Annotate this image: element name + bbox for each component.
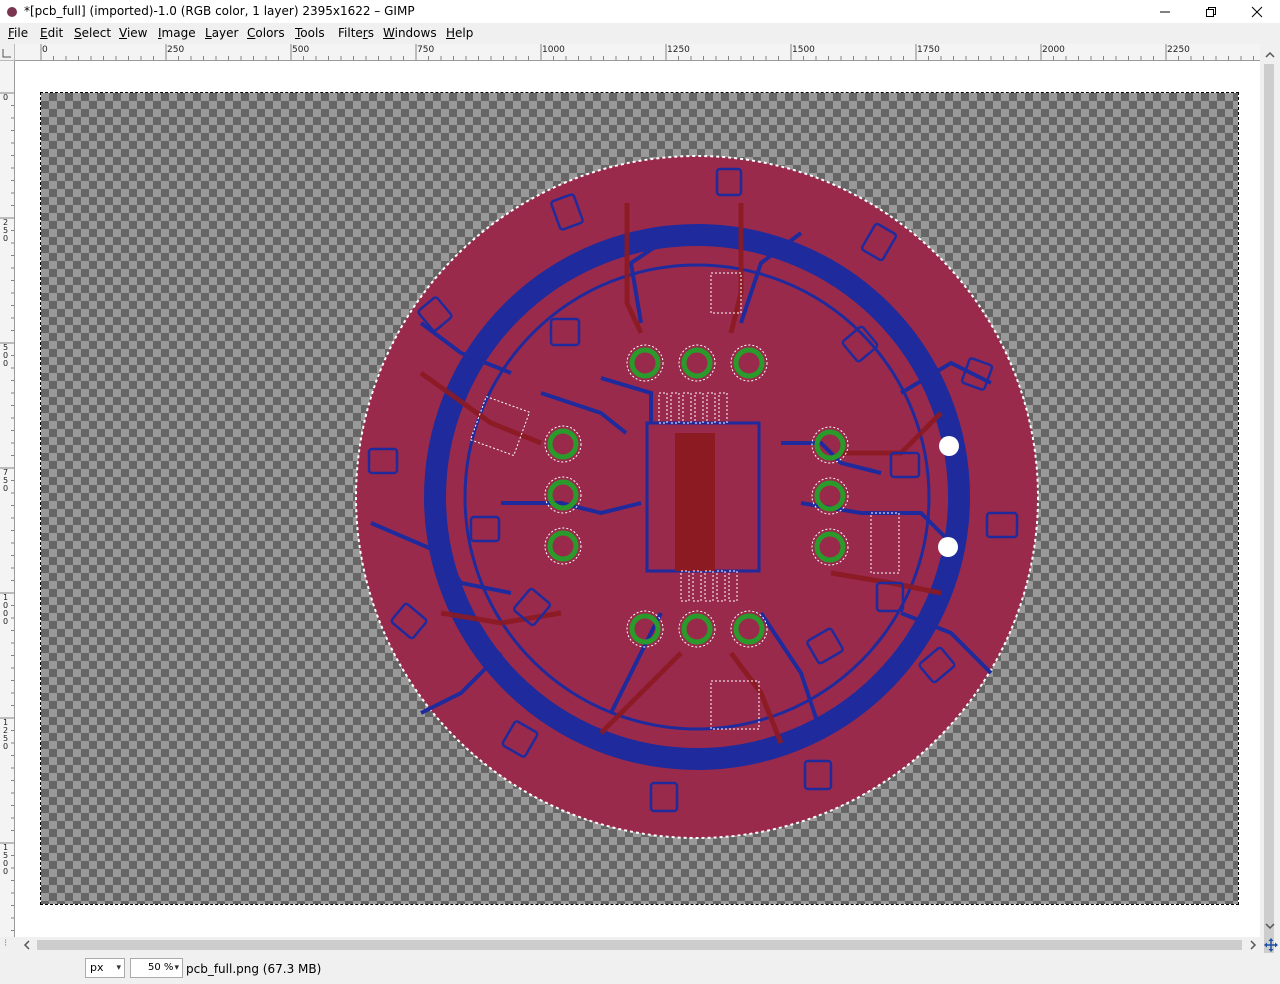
hruler-label: 750 (417, 45, 435, 55)
unit-dropdown[interactable]: px ▾ (85, 958, 125, 978)
vruler-label: 1000 (3, 593, 9, 626)
restore-icon (1206, 6, 1216, 17)
menu-select[interactable]: Select (74, 26, 111, 40)
menu-tools[interactable]: Tools (295, 26, 325, 40)
hruler-label: 250 (167, 45, 185, 55)
horizontal-scrollbar[interactable] (15, 937, 1260, 953)
app-icon (7, 7, 17, 17)
window-title: *[pcb_full] (imported)-1.0 (RGB color, 1… (24, 4, 415, 18)
horizontal-ruler-ticks (40, 44, 1254, 60)
image-canvas[interactable] (15, 61, 1260, 937)
close-button[interactable] (1234, 0, 1280, 23)
menu-edit[interactable]: Edit (40, 26, 63, 40)
navigate-button[interactable] (1262, 937, 1280, 953)
image-layer-transparency[interactable] (40, 92, 1239, 905)
navigate-icon (1264, 938, 1278, 952)
menu-view[interactable]: View (119, 26, 147, 40)
vertical-scrollbar[interactable] (1260, 44, 1280, 959)
hruler-label: 1250 (667, 45, 690, 55)
hruler-label: 2250 (1167, 45, 1190, 55)
scroll-left-icon[interactable] (18, 937, 36, 953)
minimize-icon (1160, 11, 1170, 12)
minimize-button[interactable] (1142, 0, 1188, 23)
hruler-label: 1000 (542, 45, 565, 55)
vertical-ruler-ticks (0, 92, 14, 931)
pcb-board-image (355, 155, 1039, 839)
title-bar: *[pcb_full] (imported)-1.0 (RGB color, 1… (0, 0, 1280, 23)
resize-grip-icon[interactable]: ⁝ (4, 938, 12, 952)
vruler-label: 1500 (3, 843, 9, 876)
zoom-value: 50 % (148, 962, 174, 973)
zoom-dropdown[interactable]: 50 % ▾ (130, 958, 183, 978)
scroll-up-icon[interactable] (1260, 46, 1280, 64)
vruler-label: 750 (3, 468, 9, 493)
status-file-info: pcb_full.png (67.3 MB) (186, 962, 322, 976)
maximize-button[interactable] (1188, 0, 1234, 23)
vruler-label: 500 (3, 343, 9, 368)
chevron-down-icon: ▾ (116, 963, 121, 973)
vruler-label: 0 (3, 93, 9, 102)
horizontal-scroll-thumb[interactable] (37, 940, 1242, 950)
ruler-corner-button[interactable] (0, 44, 15, 61)
hruler-label: 1500 (792, 45, 815, 55)
scroll-right-icon[interactable] (1244, 937, 1262, 953)
vertical-ruler[interactable]: 0 250 500 750 1000 1250 1500 (0, 61, 15, 937)
vruler-label: 1250 (3, 718, 9, 751)
scroll-down-icon[interactable] (1260, 917, 1280, 935)
hruler-label: 0 (42, 45, 48, 55)
menu-filters[interactable]: Filters (338, 26, 374, 40)
close-icon (1251, 6, 1263, 17)
vruler-label: 250 (3, 218, 9, 243)
menu-layer[interactable]: Layer (205, 26, 238, 40)
hruler-label: 2000 (1042, 45, 1065, 55)
menu-windows[interactable]: Windows (383, 26, 437, 40)
quick-mask-icon (2, 49, 11, 58)
menu-image[interactable]: Image (158, 26, 196, 40)
unit-value: px (90, 961, 104, 974)
menu-colors[interactable]: Colors (247, 26, 285, 40)
hruler-label: 500 (292, 45, 310, 55)
hruler-label: 1750 (917, 45, 940, 55)
vertical-scroll-thumb[interactable] (1264, 64, 1274, 959)
chevron-down-icon: ▾ (174, 963, 179, 973)
menu-bar: File Edit Select View Image Layer Colors… (0, 23, 1280, 44)
status-bar: px ▾ 50 % ▾ pcb_full.png (67.3 MB) (0, 953, 1280, 984)
menu-help[interactable]: Help (446, 26, 473, 40)
horizontal-ruler[interactable]: 0 250 500 750 1000 1250 1500 1750 2000 2… (15, 44, 1260, 61)
menu-file[interactable]: File (8, 26, 28, 40)
